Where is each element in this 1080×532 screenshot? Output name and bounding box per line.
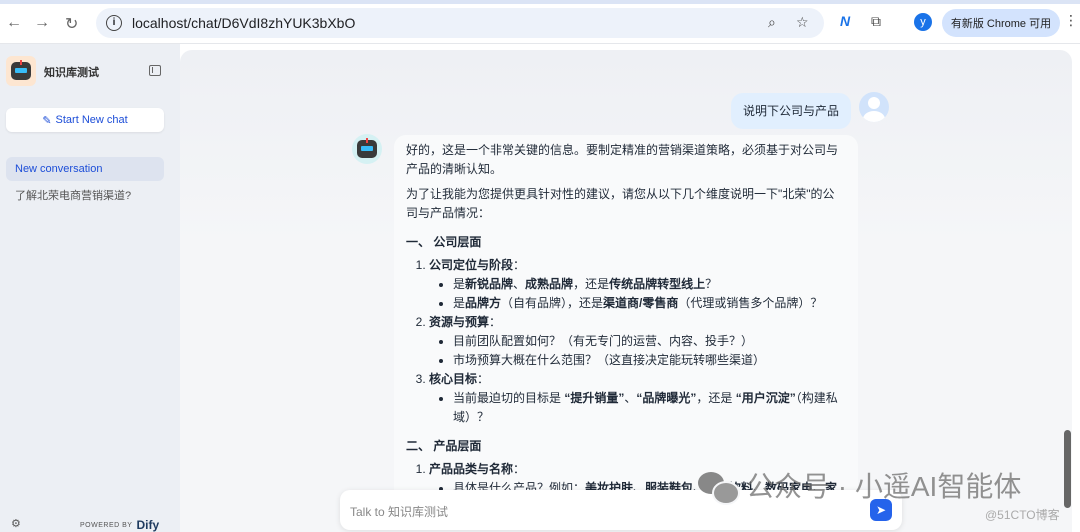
text-segment: （代理或销售多个品牌）？: [678, 296, 823, 310]
robot-icon: [11, 60, 31, 80]
text-segment: ，还是: [696, 391, 736, 405]
more-menu-icon[interactable]: ⋮: [1064, 12, 1078, 29]
bullet-item: 当前最迫切的目标是 “提升销量”、“品牌曝光”，还是 “用户沉淀”（构建私域）？: [453, 389, 846, 427]
text-segment: （自有品牌），还是: [501, 296, 604, 310]
collapse-sidebar-icon[interactable]: [149, 65, 161, 76]
watermark-site: @51CTO博客: [985, 508, 1060, 522]
text-segment: 品牌方: [465, 296, 502, 310]
conversation-item-active[interactable]: New conversation: [6, 157, 164, 181]
numbered-list: 公司定位与阶段：是新锐品牌、成熟品牌，还是传统品牌转型线上？是品牌方（自有品牌）…: [406, 256, 846, 427]
section-heading: 一、 公司层面: [406, 235, 482, 249]
assistant-message: 好的，这是一个非常关键的信息。要制定精准的营销渠道策略，必须基于对公司与产品的清…: [394, 135, 858, 523]
start-new-chat-label: Start New chat: [55, 114, 128, 126]
bullet-item: 是品牌方（自有品牌），还是渠道商/零售商（代理或销售多个品牌）？: [453, 294, 846, 313]
section-heading: 二、 产品层面: [406, 439, 482, 453]
bullet-item: 市场预算大概在什么范围？（这直接决定能玩转哪些渠道）: [453, 351, 846, 370]
list-item-title: 资源与预算: [429, 315, 490, 329]
bullet-list: 目前团队配置如何？（有无专门的运营、内容、投手？） 市场预算大概在什么范围？（这直…: [429, 332, 846, 370]
zoom-icon[interactable]: ⌕: [768, 14, 776, 31]
edit-icon: ✎: [42, 114, 52, 127]
reload-icon[interactable]: ↻: [65, 14, 78, 34]
list-item-title: 产品品类与名称: [429, 462, 514, 476]
text-segment: “用户沉淀”: [735, 391, 796, 405]
app-name: 知识库测试: [44, 67, 99, 79]
scrollbar[interactable]: [1064, 430, 1071, 508]
tab-strip: [0, 0, 1080, 4]
bookmark-star-icon[interactable]: ☆: [796, 14, 809, 31]
text-segment: 是: [453, 277, 466, 291]
forward-icon[interactable]: →: [34, 14, 50, 32]
watermark-text: 公众号 · 小遥AI智能体: [746, 471, 1022, 502]
powered-by: POWERED BY Dify: [80, 518, 159, 532]
bullet-item: 是新锐品牌、成熟品牌，还是传统品牌转型线上？: [453, 275, 846, 294]
site-info-icon[interactable]: i: [106, 15, 122, 31]
address-bar[interactable]: i localhost/chat/D6VdI8zhYUK3bXbO ⌕ ☆: [96, 8, 824, 38]
text-segment: 成熟品牌: [525, 277, 574, 291]
powered-by-label: POWERED BY: [80, 521, 133, 529]
text-segment: “品牌曝光”: [636, 391, 697, 405]
message-paragraph: 为了让我能为您提供更具针对性的建议，请您从以下几个维度说明一下"北荣"的公司与产…: [406, 187, 835, 220]
browser-toolbar: ← → ↻ i localhost/chat/D6VdI8zhYUK3bXbO …: [0, 0, 1080, 44]
message-paragraph: 好的，这是一个非常关键的信息。要制定精准的营销渠道策略，必须基于对公司与产品的清…: [406, 143, 839, 176]
extension-icon[interactable]: N: [840, 13, 850, 29]
profile-avatar[interactable]: y: [914, 13, 932, 31]
text-segment: 当前最迫切的目标是: [453, 391, 565, 405]
bullet-list: 当前最迫切的目标是 “提升销量”、“品牌曝光”，还是 “用户沉淀”（构建私域）？: [429, 389, 846, 427]
extensions-puzzle-icon[interactable]: ⧉: [871, 13, 881, 30]
text-segment: 、: [513, 277, 526, 291]
user-avatar: [859, 92, 889, 122]
start-new-chat-button[interactable]: ✎ Start New chat: [6, 108, 164, 132]
text-segment: 新锐品牌: [465, 277, 514, 291]
text-segment: 是: [453, 296, 466, 310]
text-segment: 目前团队配置如何？（有无专门的运营、内容、投手？）: [453, 334, 754, 348]
settings-sliders-icon[interactable]: ⚙: [11, 517, 21, 530]
sidebar: 知识库测试 ✎ Start New chat New conversation 了…: [0, 44, 180, 532]
chat-input-placeholder: Talk to 知识库测试: [350, 505, 449, 519]
text-segment: ？: [705, 277, 718, 291]
text-segment: 市场预算大概在什么范围？（这直接决定能玩转哪些渠道）: [453, 353, 766, 367]
list-item: 公司定位与阶段：是新锐品牌、成熟品牌，还是传统品牌转型线上？是品牌方（自有品牌）…: [429, 256, 846, 313]
bullet-list: 是新锐品牌、成熟品牌，还是传统品牌转型线上？是品牌方（自有品牌），还是渠道商/零…: [429, 275, 846, 313]
list-item: 资源与预算：目前团队配置如何？（有无专门的运营、内容、投手？）市场预算大概在什么…: [429, 313, 846, 370]
bullet-item: 目前团队配置如何？（有无专门的运营、内容、投手？）: [453, 332, 846, 351]
chrome-update-button[interactable]: 有新版 Chrome 可用: [942, 9, 1060, 37]
text-segment: 、: [624, 391, 637, 405]
list-item: 核心目标：当前最迫切的目标是 “提升销量”、“品牌曝光”，还是 “用户沉淀”（构…: [429, 370, 846, 427]
dify-logo: Dify: [136, 518, 160, 532]
text-segment: “提升销量”: [564, 391, 625, 405]
text-segment: 渠道商/零售商: [603, 296, 679, 310]
back-icon[interactable]: ←: [6, 14, 22, 32]
assistant-avatar: [352, 134, 382, 164]
watermark: 公众号 · 小遥AI智能体: [698, 470, 1022, 505]
list-item-title: 公司定位与阶段: [429, 258, 514, 272]
text-segment: ，还是: [573, 277, 610, 291]
wechat-icon: [698, 472, 740, 505]
robot-icon: [357, 138, 377, 158]
user-message: 说明下公司与产品: [731, 93, 852, 129]
conversation-item[interactable]: 了解北荣电商营销渠道?: [15, 187, 131, 203]
app-logo: [6, 56, 36, 86]
text-segment: 传统品牌转型线上: [609, 277, 706, 291]
list-item-title: 核心目标: [429, 372, 478, 386]
chat-panel: 说明下公司与产品 好的，这是一个非常关键的信息。要制定精准的营销渠道策略，必须基…: [180, 50, 1072, 532]
url-text: localhost/chat/D6VdI8zhYUK3bXbO: [132, 15, 356, 31]
